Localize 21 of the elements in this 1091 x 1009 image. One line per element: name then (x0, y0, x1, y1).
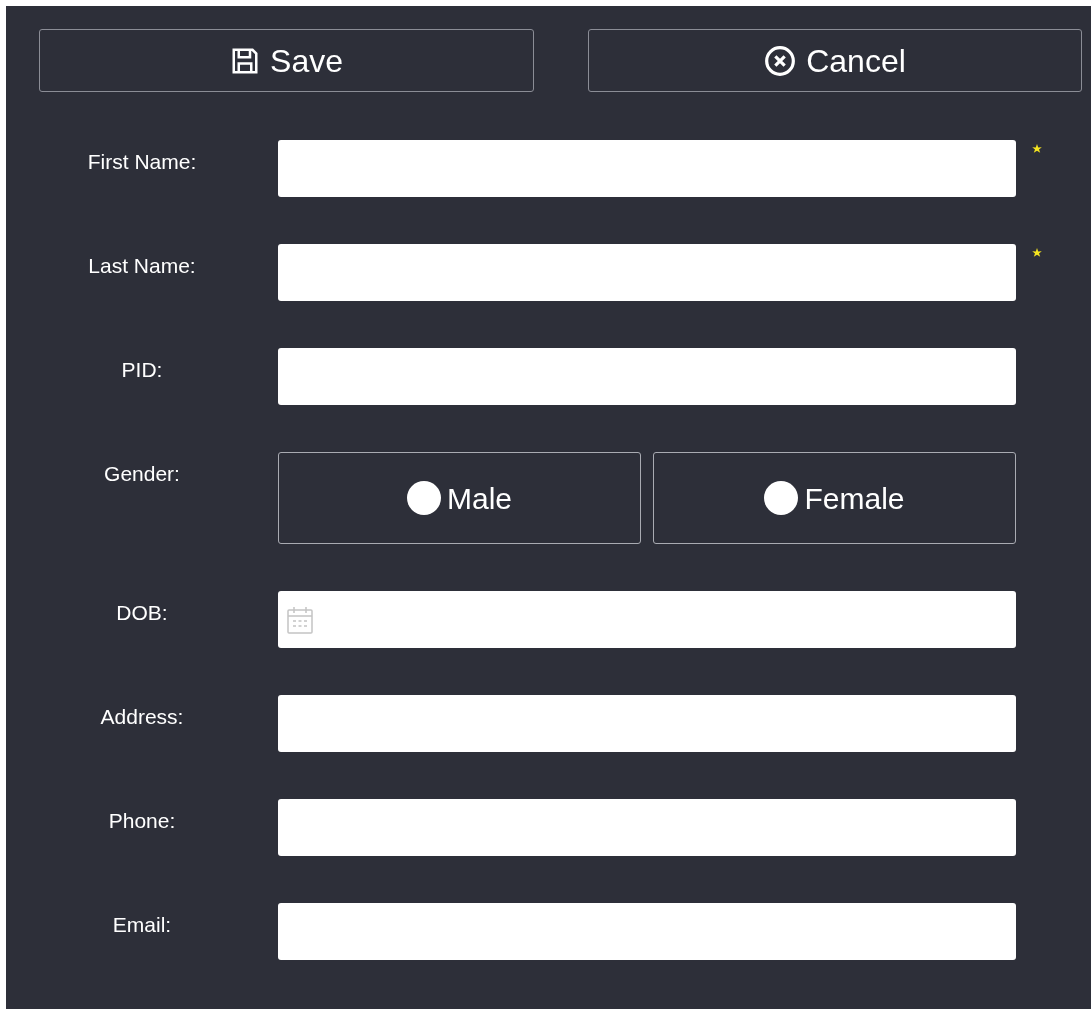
text-field[interactable] (278, 140, 1016, 197)
field-label: Email: (112, 912, 172, 938)
date-field[interactable] (278, 591, 1016, 648)
field-label: Gender: (104, 461, 180, 487)
field-label: Last Name: (88, 253, 196, 279)
calendar-icon (286, 604, 314, 635)
text-field[interactable] (278, 695, 1016, 752)
field-label: DOB: (116, 600, 168, 626)
save-button[interactable]: Save (39, 29, 534, 92)
field-label: First Name: (87, 149, 197, 175)
text-field[interactable] (278, 799, 1016, 856)
text-field[interactable] (278, 244, 1016, 301)
text-field[interactable] (278, 348, 1016, 405)
close-icon (764, 44, 797, 77)
radio-option[interactable]: Male (278, 452, 641, 544)
field-label: Address: (100, 704, 184, 730)
field-label: Phone: (108, 808, 176, 834)
field-label: PID: (121, 357, 163, 383)
radio-option[interactable]: Female (653, 452, 1016, 544)
cancel-button[interactable]: Cancel (588, 29, 1082, 92)
text-field[interactable] (278, 903, 1016, 960)
